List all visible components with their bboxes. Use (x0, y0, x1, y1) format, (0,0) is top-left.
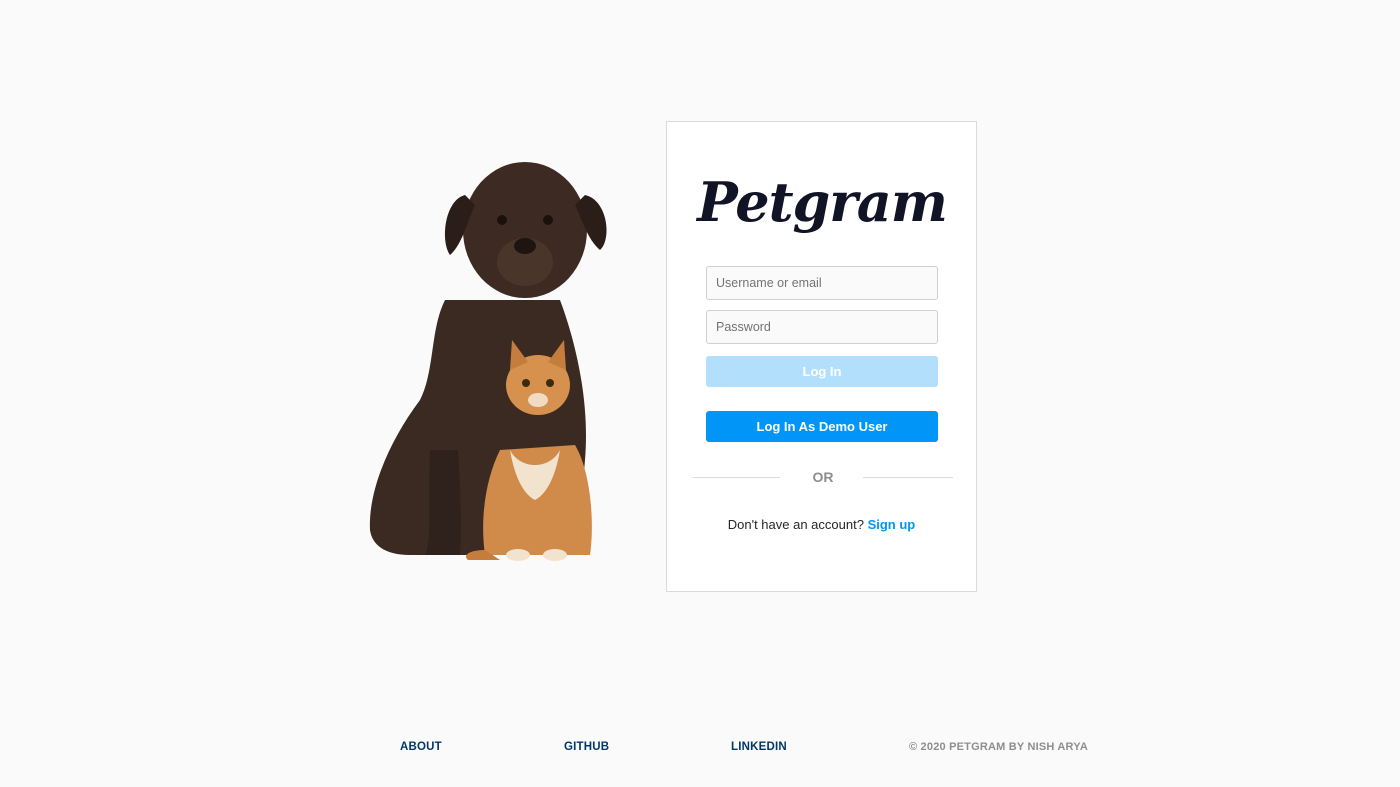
footer-linkedin-link[interactable]: LINKEDIN (731, 741, 787, 753)
petgram-logo: Petgram (697, 170, 948, 234)
dog-and-cat-image (350, 150, 620, 570)
password-input[interactable] (706, 310, 938, 344)
copyright-text: © 2020 PETGRAM BY NISH ARYA (909, 741, 1088, 753)
footer-github-link[interactable]: GITHUB (564, 741, 609, 753)
login-card: Petgram Log In Log In As Demo User OR Do… (666, 121, 977, 592)
divider-line-right (863, 477, 953, 478)
signup-prompt-text: Don't have an account? (727, 517, 864, 532)
or-divider: OR (693, 468, 953, 486)
login-page: Petgram Log In Log In As Demo User OR Do… (0, 0, 1400, 787)
pet-illustration (369, 162, 607, 561)
demo-login-button[interactable]: Log In As Demo User (706, 411, 938, 442)
username-input[interactable] (706, 266, 938, 300)
footer-about-link[interactable]: ABOUT (400, 741, 442, 753)
signup-link[interactable]: Sign up (868, 517, 916, 532)
login-button[interactable]: Log In (706, 356, 938, 387)
signup-prompt: Don't have an account? Sign up (667, 517, 976, 532)
